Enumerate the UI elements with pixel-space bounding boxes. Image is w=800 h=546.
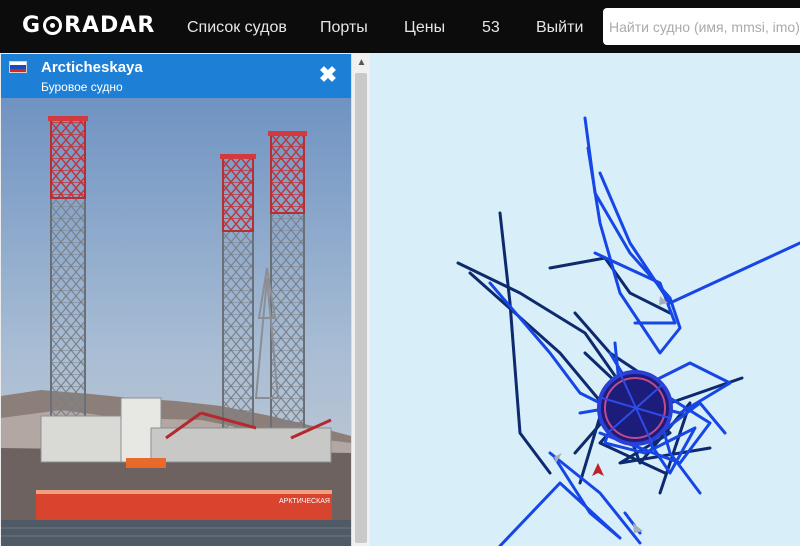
- track-dark-6: [468, 271, 612, 455]
- track-dark-1: [456, 261, 744, 405]
- track-bright-5: [498, 456, 622, 546]
- track-bright-4: [548, 451, 642, 545]
- track-dark-3: [548, 256, 672, 315]
- hull-lettering: АРКТИЧЕСКАЯ: [279, 498, 330, 505]
- nav-ship-list-link[interactable]: Список судов: [187, 19, 287, 37]
- vessel-name: Arcticheskaya: [41, 59, 143, 76]
- drilling-tower-left: [48, 116, 88, 439]
- drilling-tower-middle: [220, 154, 256, 447]
- nav-ports-link[interactable]: Порты: [320, 19, 368, 37]
- nav-count-badge[interactable]: 53: [482, 19, 500, 37]
- nav-prices-link[interactable]: Цены: [404, 19, 445, 37]
- vessel-type: Буровое судно: [41, 80, 123, 94]
- track-bright-9: [593, 251, 677, 325]
- russia-flag-icon: [9, 61, 27, 73]
- logo-radar-o-icon: [43, 15, 63, 35]
- vessel-marker-icon: [592, 463, 604, 476]
- vessel-track-map[interactable]: [370, 53, 800, 546]
- drilling-tower-right: [268, 131, 307, 444]
- goradar-logo[interactable]: G RADAR: [22, 10, 155, 40]
- vessel-header: Arcticheskaya Буровое судно ✖: [1, 54, 351, 98]
- panel-scrollbar[interactable]: ▲: [351, 53, 370, 546]
- nav-logout-link[interactable]: Выйти: [536, 19, 583, 37]
- vessel-info-panel: Arcticheskaya Буровое судно ✖ АРКТИЧЕСКА…: [0, 53, 370, 546]
- vessel-photo: АРКТИЧЕСКАЯ: [1, 98, 351, 546]
- track-bright-2: [598, 171, 800, 305]
- gray-vessel-marker-icon-2: [633, 523, 643, 533]
- scrollbar-thumb[interactable]: [355, 73, 367, 543]
- track-bright-1: [583, 116, 682, 355]
- top-navbar: G RADAR Список судов Порты Цены 53 Выйти: [0, 0, 800, 53]
- vessel-search-input[interactable]: [603, 8, 800, 45]
- chevron-up-icon[interactable]: ▲: [353, 54, 370, 71]
- close-icon[interactable]: ✖: [317, 64, 339, 86]
